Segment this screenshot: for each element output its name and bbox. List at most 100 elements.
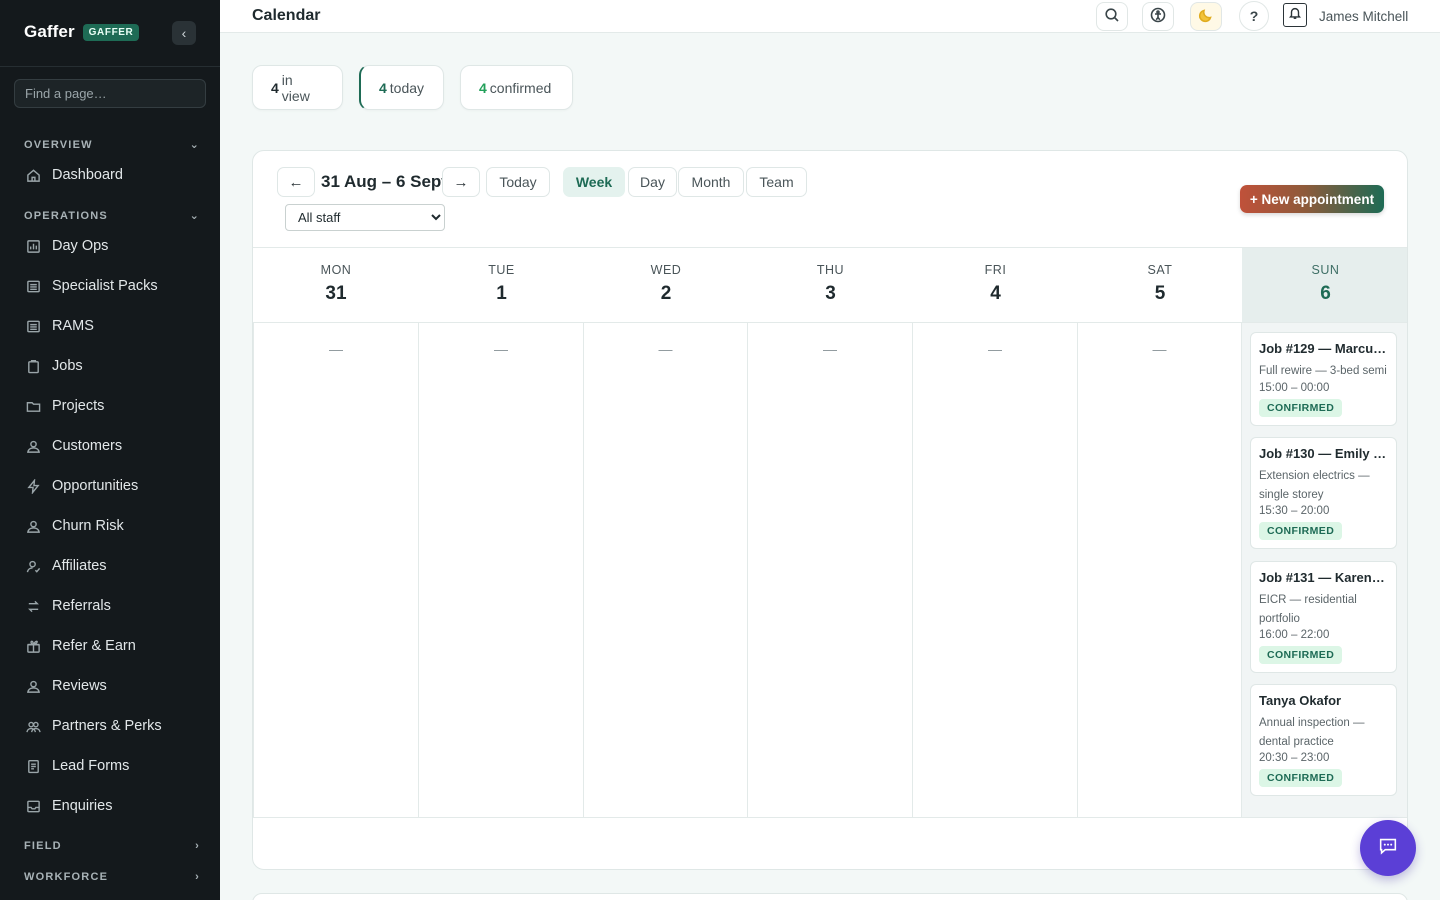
inbox-icon (26, 799, 41, 814)
today-button[interactable]: Today (486, 167, 550, 197)
bell-icon (1288, 6, 1302, 25)
sidebar-item-label: Specialist Packs (52, 278, 158, 294)
next-section-card (252, 893, 1408, 900)
appointment-card[interactable]: Tanya Okafor Annual inspection — dental … (1250, 684, 1397, 796)
day-header-tue: TUE 1 (419, 247, 584, 323)
topbar: Calendar ? James Mitchell (220, 0, 1440, 33)
gift-icon (26, 639, 41, 654)
sidebar-item-label: Refer & Earn (52, 638, 136, 654)
day-column-tue[interactable]: — (419, 323, 584, 817)
stat-in-view: 4 in view (252, 65, 343, 110)
day-header-wed: WED 2 (584, 247, 748, 323)
sidebar-item-specialist-packs[interactable]: Specialist Packs (26, 274, 206, 298)
sidebar-item-label: Dashboard (52, 167, 123, 183)
appointment-title: Tanya Okafor (1259, 693, 1342, 708)
section-operations[interactable]: OPERATIONS ⌄ (24, 209, 200, 223)
sidebar-item-jobs[interactable]: Jobs (26, 354, 206, 378)
list-icon (26, 319, 41, 334)
day-header-mon: MON 31 (253, 247, 419, 323)
day-of-week: TUE (488, 263, 515, 277)
empty-day-marker: — (823, 341, 837, 357)
sidebar-item-label: Projects (52, 398, 105, 414)
appointment-description: Full rewire — 3-bed semi (1259, 365, 1387, 377)
day-number: 1 (496, 283, 507, 304)
home-icon (26, 168, 41, 183)
sidebar-item-customers[interactable]: Customers (26, 434, 206, 458)
new-appointment-button[interactable]: + New appointment (1240, 185, 1384, 213)
status-badge: CONFIRMED (1259, 522, 1343, 540)
sidebar-item-affiliates[interactable]: Affiliates (26, 554, 206, 578)
date-range-label: 31 Aug – 6 Sept (321, 172, 447, 191)
moon-icon (1198, 7, 1214, 26)
page-title: Calendar (252, 7, 321, 24)
user-check-icon (26, 559, 41, 574)
chat-icon (1377, 835, 1399, 862)
stat-count: 4 (479, 79, 487, 96)
sidebar-item-label: Lead Forms (52, 758, 130, 774)
day-number: 3 (825, 283, 836, 304)
appointment-title: Job #129 — Marcus … (1259, 341, 1388, 356)
sidebar-item-opportunities[interactable]: Opportunities (26, 474, 206, 498)
sidebar-item-lead-forms[interactable]: Lead Forms (26, 754, 206, 778)
section-overview[interactable]: OVERVIEW ⌄ (24, 138, 200, 152)
view-team-button[interactable]: Team (746, 167, 807, 197)
sidebar-item-reviews[interactable]: Reviews (26, 674, 206, 698)
sidebar-item-projects[interactable]: Projects (26, 394, 206, 418)
swap-icon (26, 599, 41, 614)
sidebar-item-partners-perks[interactable]: Partners & Perks (26, 714, 206, 738)
user-icon (26, 679, 41, 694)
brand-badge: GAFFER (82, 23, 140, 41)
sidebar-item-label: Opportunities (52, 478, 139, 494)
appointment-card[interactable]: Job #131 — Karen Pa… EICR — residential … (1250, 561, 1397, 673)
sidebar-item-churn-risk[interactable]: Churn Risk (26, 514, 206, 538)
day-number: 2 (660, 283, 672, 304)
sidebar-item-refer-earn[interactable]: Refer & Earn (26, 634, 206, 658)
appointment-card[interactable]: Job #130 — Emily R… Extension electrics … (1250, 437, 1397, 549)
calendar-card: ← 31 Aug – 6 Sept → Today Week Day Month… (252, 150, 1408, 870)
day-column-sun[interactable]: Job #129 — Marcus … Full rewire — 3-bed … (1242, 323, 1407, 817)
collapse-sidebar-button[interactable]: ‹ (172, 21, 196, 45)
day-column-fri[interactable]: — (913, 323, 1078, 817)
empty-day-marker: — (658, 341, 673, 357)
view-month-button[interactable]: Month (678, 167, 744, 197)
day-header-thu: THU 3 (748, 247, 913, 323)
user-menu[interactable]: James Mitchell (1319, 9, 1408, 24)
section-workforce[interactable]: WORKFORCE › (24, 871, 200, 883)
search-button[interactable] (1096, 2, 1128, 31)
help-button[interactable]: ? (1239, 1, 1269, 31)
stat-count: 4 (379, 79, 387, 96)
clipboard-icon (26, 359, 41, 374)
sidebar-item-referrals[interactable]: Referrals (26, 594, 206, 618)
day-column-wed[interactable]: — (584, 323, 748, 817)
form-icon (26, 759, 41, 774)
sidebar-item-rams[interactable]: RAMS (26, 314, 206, 338)
prev-week-button[interactable]: ← (277, 167, 315, 197)
sidebar-item-enquiries[interactable]: Enquiries (26, 794, 206, 818)
user-icon (26, 439, 41, 454)
day-column-sat[interactable]: — (1078, 323, 1242, 817)
sidebar-item-dashboard[interactable]: Dashboard (26, 163, 206, 187)
notifications-button[interactable] (1283, 3, 1307, 27)
arrow-left-icon: ← (288, 173, 304, 191)
accessibility-button[interactable] (1142, 2, 1174, 31)
appointment-card[interactable]: Job #129 — Marcus … Full rewire — 3-bed … (1250, 332, 1397, 426)
view-week-button[interactable]: Week (563, 167, 625, 197)
appointment-description: Extension electrics — single storey (1259, 470, 1370, 501)
sidebar-item-day-ops[interactable]: Day Ops (26, 234, 206, 258)
theme-toggle-button[interactable] (1190, 2, 1222, 31)
folder-icon (26, 399, 41, 414)
appointment-description: EICR — residential portfolio (1259, 594, 1357, 625)
next-week-button[interactable]: → (442, 167, 480, 197)
find-page-input[interactable] (14, 79, 206, 108)
brand[interactable]: Gaffer GAFFER (24, 22, 140, 42)
sidebar-item-label: RAMS (52, 318, 94, 334)
appointment-description: Annual inspection — dental practice (1259, 717, 1365, 748)
view-day-button[interactable]: Day (628, 167, 677, 197)
search-icon (1104, 7, 1120, 26)
chat-button[interactable] (1360, 820, 1416, 876)
day-column-mon[interactable]: — (253, 323, 419, 817)
section-field[interactable]: FIELD › (24, 840, 200, 852)
staff-filter-select[interactable]: All staff (285, 204, 445, 231)
day-column-thu[interactable]: — (748, 323, 913, 817)
appointment-time: 20:30 – 23:00 (1259, 752, 1330, 764)
